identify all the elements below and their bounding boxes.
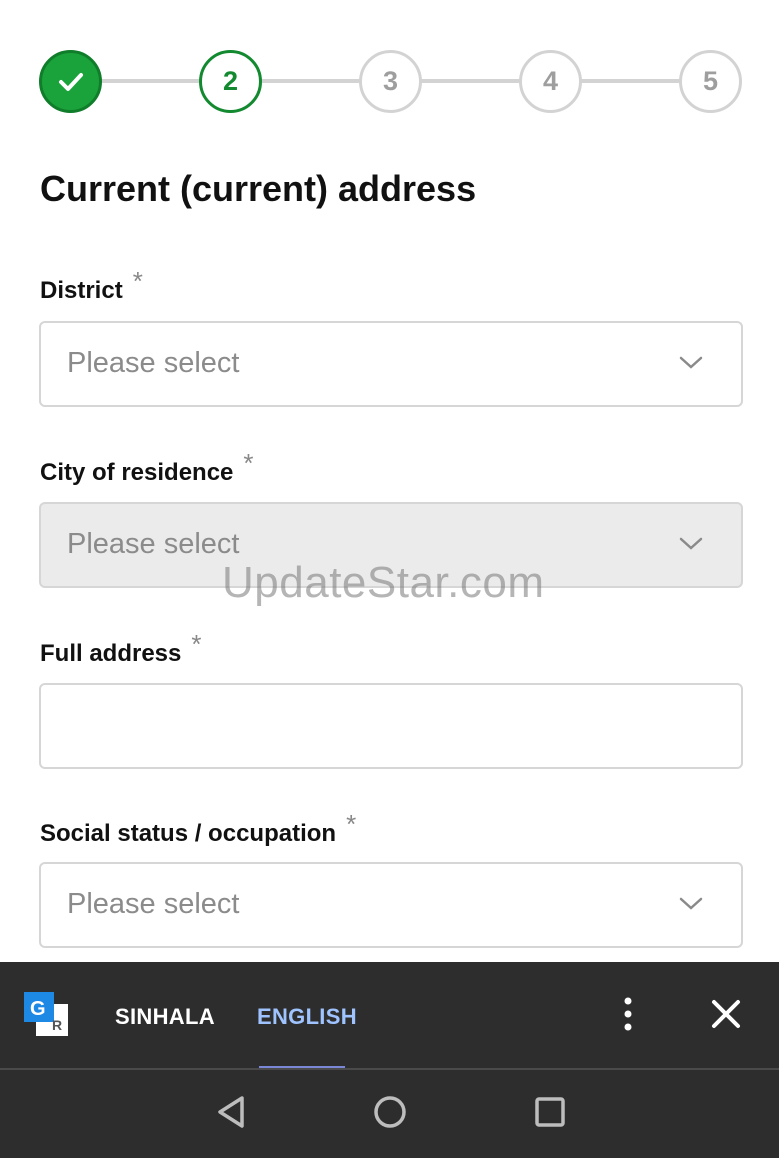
required-marker: * xyxy=(132,266,143,296)
occupation-select-value: Please select xyxy=(67,888,240,920)
full-address-label: Full address * xyxy=(40,629,202,668)
svg-text:R: R xyxy=(52,1017,62,1033)
step-connector xyxy=(580,79,684,83)
step-connector xyxy=(260,79,364,83)
district-label-text: District xyxy=(40,277,123,304)
progress-stepper: 2 3 4 5 xyxy=(0,0,779,160)
city-label-text: City of residence xyxy=(40,459,234,486)
language-tab-sinhala[interactable]: SINHALA xyxy=(115,1004,215,1030)
full-address-input[interactable] xyxy=(39,683,743,769)
google-translate-icon: G R xyxy=(24,992,68,1036)
district-label: District * xyxy=(40,266,143,305)
translate-bar: G R SINHALA ENGLISH xyxy=(0,962,779,1070)
full-address-label-text: Full address xyxy=(40,640,182,667)
step-4[interactable]: 4 xyxy=(519,50,582,113)
svg-text:G: G xyxy=(30,998,46,1020)
occupation-label-text: Social status / occupation xyxy=(40,820,337,847)
chevron-down-icon xyxy=(679,537,703,550)
city-select: Please select xyxy=(39,502,743,588)
check-icon xyxy=(58,72,83,91)
district-select[interactable]: Please select xyxy=(39,321,743,407)
back-triangle-icon[interactable] xyxy=(212,1092,252,1132)
step-1-completed[interactable] xyxy=(39,50,102,113)
step-connector xyxy=(100,79,204,83)
city-select-value: Please select xyxy=(67,528,240,560)
required-marker: * xyxy=(346,809,357,839)
district-select-value: Please select xyxy=(67,347,240,379)
close-icon[interactable] xyxy=(708,996,744,1032)
occupation-select[interactable]: Please select xyxy=(39,862,743,948)
chevron-down-icon xyxy=(679,356,703,369)
system-nav-bar xyxy=(0,1070,779,1158)
city-label: City of residence * xyxy=(40,448,254,487)
step-3[interactable]: 3 xyxy=(359,50,422,113)
required-marker: * xyxy=(191,629,202,659)
recents-square-icon[interactable] xyxy=(530,1092,570,1132)
step-5[interactable]: 5 xyxy=(679,50,742,113)
required-marker: * xyxy=(243,448,254,478)
step-connector xyxy=(420,79,524,83)
language-tab-english[interactable]: ENGLISH xyxy=(257,1004,357,1030)
page-title: Current (current) address xyxy=(40,168,477,209)
chevron-down-icon xyxy=(679,897,703,910)
more-vert-icon[interactable] xyxy=(614,996,642,1032)
home-circle-icon[interactable] xyxy=(370,1092,410,1132)
step-2[interactable]: 2 xyxy=(199,50,262,113)
occupation-label: Social status / occupation * xyxy=(40,809,356,848)
